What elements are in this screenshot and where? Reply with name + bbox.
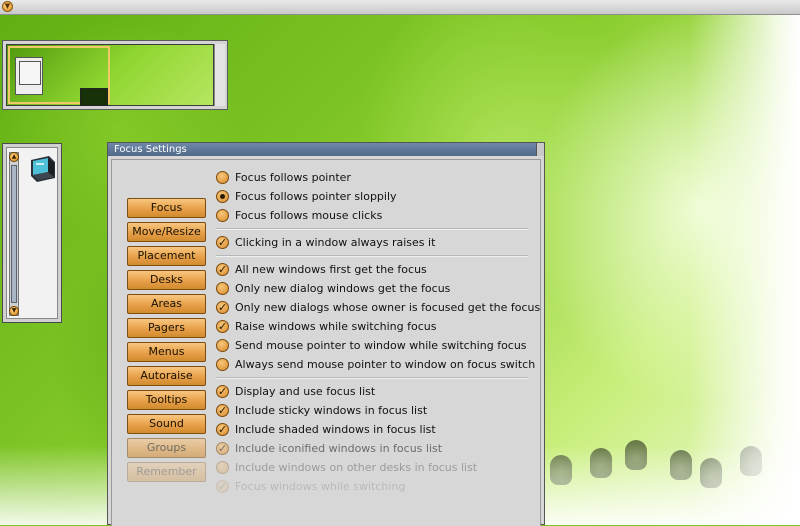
checkbox-icon: [216, 358, 229, 371]
nav-move-resize-button[interactable]: Move/Resize: [127, 222, 206, 242]
nav-groups-button[interactable]: Groups: [127, 438, 206, 458]
iconbox: ▲ ▼: [2, 143, 62, 323]
radio-selected-icon: [216, 190, 229, 203]
checkbox-checked-icon: [216, 382, 229, 401]
checkbox-checked-icon: [216, 420, 229, 439]
terminal-icon[interactable]: [27, 152, 59, 184]
separator: [216, 377, 528, 379]
pager-scrollbar[interactable]: [214, 44, 225, 106]
nav-menus-button[interactable]: Menus: [127, 342, 206, 362]
radio-icon: [216, 171, 229, 184]
pager-desks[interactable]: [6, 44, 214, 106]
option-label: Focus follows pointer: [235, 171, 351, 184]
option-label: Clicking in a window always raises it: [235, 236, 436, 249]
nav-sound-button[interactable]: Sound: [127, 414, 206, 434]
pager-desk-active[interactable]: [8, 46, 110, 106]
option-label: Send mouse pointer to window while switc…: [235, 339, 527, 352]
top-shelf: ▼: [0, 0, 800, 15]
window-title[interactable]: Focus Settings: [108, 143, 536, 156]
pager-desk-2[interactable]: [111, 46, 213, 104]
option-label: Include shaded windows in focus list: [235, 423, 436, 436]
option-label: Include sticky windows in focus list: [235, 404, 428, 417]
checkbox-checked-icon: [216, 401, 229, 420]
checkbox-checked-icon: [216, 260, 229, 279]
option-label: Always send mouse pointer to window on f…: [235, 358, 536, 371]
option-label: Include windows on other desks in focus …: [235, 461, 478, 474]
separator: [216, 255, 528, 257]
option-label: Focus windows while switching: [235, 480, 406, 493]
nav-pagers-button[interactable]: Pagers: [127, 318, 206, 338]
iconbox-scroll-thumb[interactable]: [11, 165, 17, 303]
desktop-pager: [2, 40, 228, 110]
scroll-down-icon[interactable]: ▼: [9, 306, 19, 316]
checkbox-checked-icon: [216, 439, 229, 458]
nav-remember-button[interactable]: Remember: [127, 462, 206, 482]
nav-focus-button[interactable]: Focus: [127, 198, 206, 218]
option-label: All new windows first get the focus: [235, 263, 427, 276]
nav-areas-button[interactable]: Areas: [127, 294, 206, 314]
window-body: Focus Move/Resize Placement Desks Areas …: [111, 159, 541, 526]
checkbox-icon: [216, 461, 229, 474]
checkbox-icon: [216, 282, 229, 295]
checkbox-checked-icon: [216, 477, 229, 496]
option-label: Raise windows while switching focus: [235, 320, 437, 333]
radio-icon: [216, 209, 229, 222]
checkbox-checked-icon: [216, 233, 229, 252]
option-label: Only new dialogs whose owner is focused …: [235, 301, 541, 314]
option-label: Focus follows mouse clicks: [235, 209, 383, 222]
nav-desks-button[interactable]: Desks: [127, 270, 206, 290]
option-label: Display and use focus list: [235, 385, 376, 398]
option-label: Only new dialog windows get the focus: [235, 282, 451, 295]
checkbox-checked-icon: [216, 298, 229, 317]
nav-tooltips-button[interactable]: Tooltips: [127, 390, 206, 410]
separator: [216, 228, 528, 230]
nav-placement-button[interactable]: Placement: [127, 246, 206, 266]
scroll-up-icon[interactable]: ▲: [9, 152, 19, 162]
nav-autoraise-button[interactable]: Autoraise: [127, 366, 206, 386]
checkbox-icon: [216, 339, 229, 352]
window-title-button[interactable]: [536, 143, 544, 156]
option-label: Focus follows pointer sloppily: [235, 190, 397, 203]
option-label: Include iconified windows in focus list: [235, 442, 443, 455]
checkbox-checked-icon: [216, 317, 229, 336]
chevron-down-icon[interactable]: ▼: [2, 1, 13, 12]
iconbox-scrollbar[interactable]: ▲ ▼: [9, 152, 19, 316]
focus-settings-window: Focus Settings Focus Move/Resize Placeme…: [107, 142, 545, 526]
